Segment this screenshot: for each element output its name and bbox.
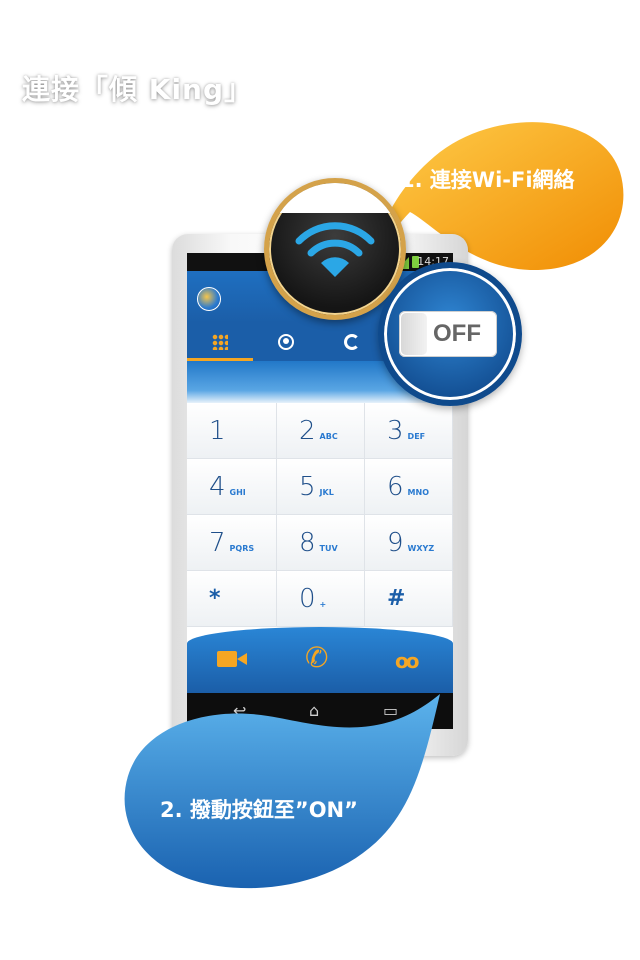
contact-person-icon — [278, 334, 294, 350]
tab-dialpad[interactable] — [187, 323, 253, 361]
wifi-icon[interactable] — [295, 219, 375, 279]
key-letters: JKL — [319, 488, 334, 497]
tab-contacts[interactable] — [253, 323, 319, 361]
key-digit: 3 — [387, 415, 404, 446]
key-digit: 1 — [209, 415, 226, 446]
video-call-icon[interactable] — [217, 651, 247, 667]
step2-callout — [124, 694, 441, 889]
toggle-knob[interactable] — [401, 313, 427, 355]
keypad-key[interactable]: # — [365, 571, 453, 627]
magnifier-top — [269, 183, 401, 213]
key-letters: GHI — [229, 488, 246, 497]
key-digit: 2 — [299, 415, 316, 446]
dialpad-grid-icon — [212, 334, 228, 350]
keypad-key[interactable]: 5 JKL — [277, 459, 365, 515]
keypad-key[interactable]: * — [187, 571, 277, 627]
key-letters: PQRS — [229, 544, 255, 553]
key-digit: 4 — [209, 471, 226, 502]
key-letters: DEF — [407, 432, 426, 441]
keypad-key[interactable]: 9 WXYZ — [365, 515, 453, 571]
keypad-key[interactable]: 3 DEF — [365, 403, 453, 459]
key-digit: 9 — [387, 527, 404, 558]
keypad-key[interactable]: 7 PQRS — [187, 515, 277, 571]
keypad-key[interactable]: 1 — [187, 403, 277, 459]
key-letters: TUV — [319, 544, 338, 553]
key-letters: + — [319, 600, 327, 609]
toggle-magnifier: OFF — [378, 262, 522, 406]
key-letters: ABC — [319, 432, 338, 441]
key-letters: MNO — [407, 488, 430, 497]
step2-text: 2. 撥動按鈕至”ON” — [160, 798, 358, 822]
keypad-key[interactable]: 0 + — [277, 571, 365, 627]
key-digit: 7 — [209, 527, 226, 558]
key-letters: WXYZ — [407, 544, 435, 553]
key-digit: * — [209, 586, 221, 611]
call-action-bar: ✆ oo — [187, 627, 453, 693]
key-digit: 6 — [387, 471, 404, 502]
voicemail-icon[interactable]: oo — [395, 649, 420, 673]
toggle-label: OFF — [433, 320, 481, 347]
keypad: 1 2 ABC 3 DEF 4 GHI 5 JKL 6 MNO 7 PQRS 8 TUV 9 WXYZ * 0 + # — [187, 403, 453, 627]
keypad-key[interactable]: 2 ABC — [277, 403, 365, 459]
voice-call-icon[interactable]: ✆ — [305, 641, 328, 674]
keypad-key[interactable]: 8 TUV — [277, 515, 365, 571]
app-logo-icon — [197, 287, 221, 311]
key-digit: 5 — [299, 471, 316, 502]
tab-history[interactable] — [319, 323, 385, 361]
wifi-magnifier — [264, 178, 406, 320]
keypad-key[interactable]: 4 GHI — [187, 459, 277, 515]
call-history-icon — [344, 334, 360, 350]
key-digit: 0 — [299, 583, 316, 614]
key-digit: 8 — [299, 527, 316, 558]
wifi-toggle[interactable]: OFF — [399, 311, 497, 357]
page-title: 連接「傾 King」 — [22, 73, 254, 106]
key-digit: # — [387, 586, 406, 611]
keypad-key[interactable]: 6 MNO — [365, 459, 453, 515]
step1-text: 1. 連接Wi-Fi網絡 — [400, 168, 575, 192]
